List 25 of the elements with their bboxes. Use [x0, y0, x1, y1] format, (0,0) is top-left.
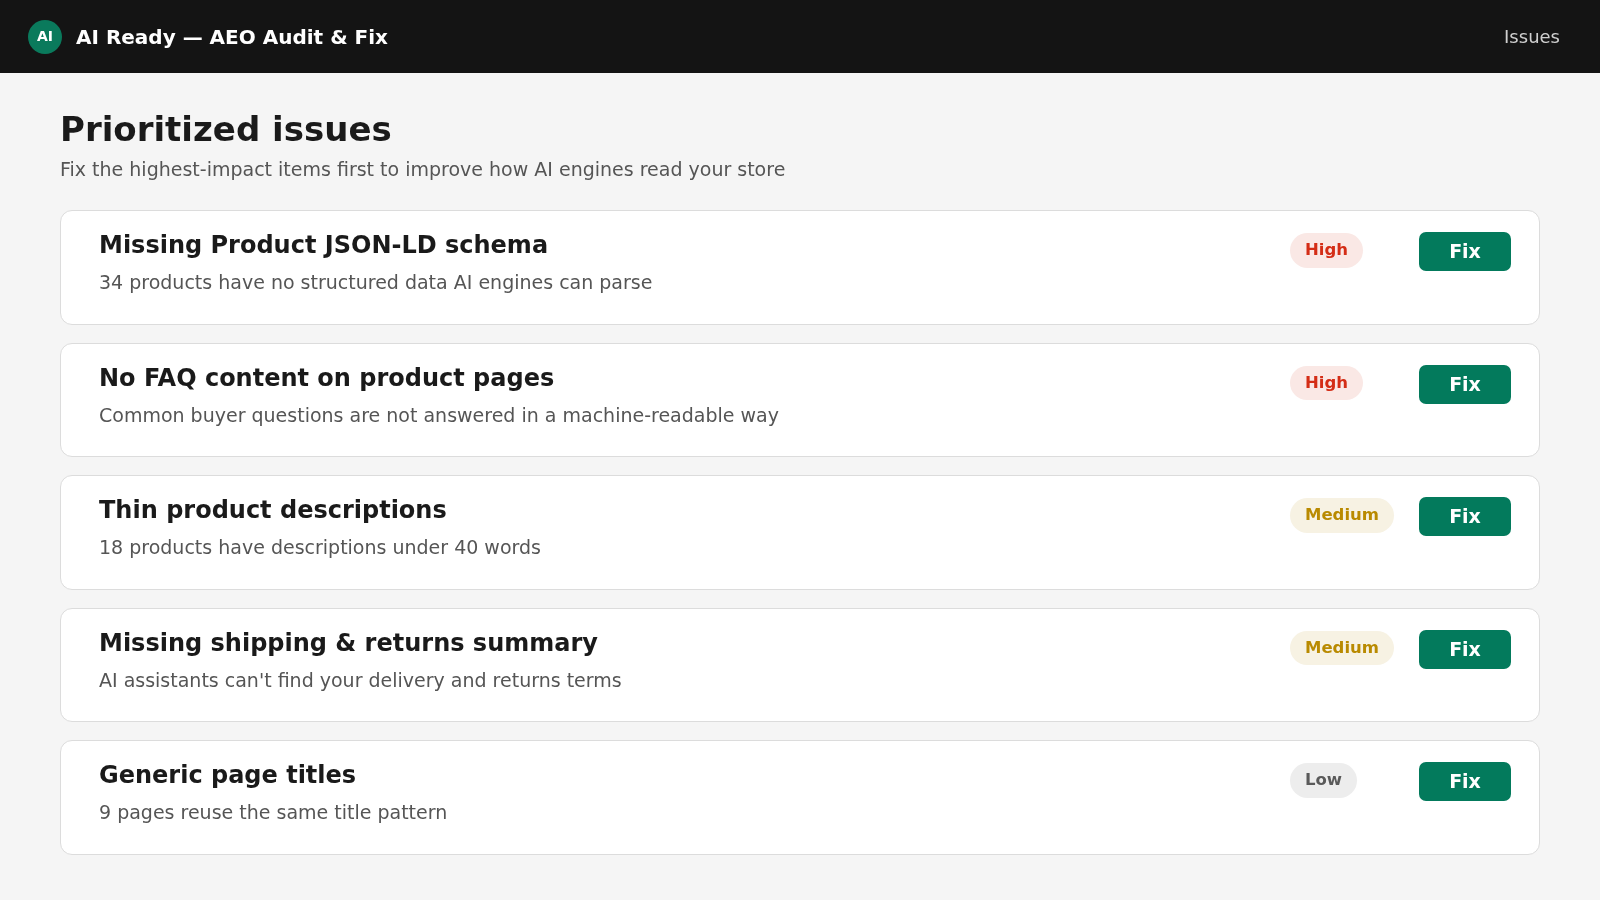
fix-button[interactable]: Fix: [1419, 364, 1511, 404]
issue-description: AI assistants can't find your delivery and returns terms: [99, 667, 623, 693]
priority-tag: High: [1290, 233, 1364, 268]
priority-tag: Low: [1290, 763, 1358, 798]
issue-description: Common buyer questions are not answered in a machine-readable way: [99, 402, 780, 428]
fix-button[interactable]: Fix: [1419, 629, 1511, 669]
issue-title: Generic page titles: [99, 760, 358, 791]
issue-title: No FAQ content on product pages: [99, 362, 556, 393]
issue-description: 9 pages reuse the same title pattern: [99, 800, 449, 826]
fix-button[interactable]: Fix: [1419, 497, 1511, 537]
app-title: AI Ready — AEO Audit & Fix: [76, 23, 388, 51]
page-heading: Prioritized issues: [60, 108, 393, 151]
fix-button[interactable]: Fix: [1419, 762, 1511, 802]
issue-title: Missing shipping & returns summary: [99, 627, 599, 658]
issue-title: Thin product descriptions: [99, 495, 448, 526]
priority-tag: Medium: [1290, 498, 1395, 533]
priority-tag: Medium: [1290, 630, 1395, 666]
issue-title: Missing Product JSON-LD schema: [99, 230, 550, 260]
issue-description: 18 products have descriptions under 40 words: [99, 535, 542, 561]
issue-description: 34 products have no structured data AI engines can parse: [99, 270, 654, 295]
priority-tag: High: [1290, 365, 1364, 401]
fix-button[interactable]: Fix: [1419, 232, 1511, 271]
logo-icon: AI: [28, 19, 62, 54]
nav-link[interactable]: Issues: [1504, 23, 1560, 50]
page-subtitle: Fix the highest-impact items first to improve how AI engines read your store: [60, 156, 787, 182]
